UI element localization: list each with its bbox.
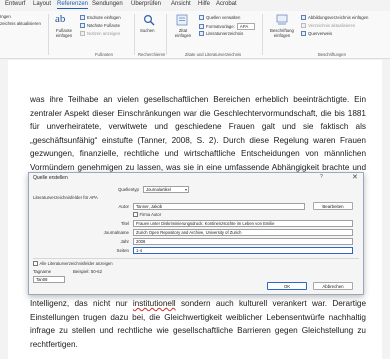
show-all-fields-checkbox[interactable]: Alle Literaturverzeichnisfelder anzeigen [33, 261, 113, 266]
author-label: Autor [118, 204, 130, 209]
insert-footnote-button[interactable]: Fußnote einfügen [52, 28, 76, 38]
year-label: Jahr [120, 239, 129, 244]
next-footnote-icon [80, 23, 85, 28]
ribbon-separator [262, 14, 263, 55]
insert-citation-icon[interactable] [176, 14, 188, 26]
corporate-author-checkbox[interactable]: Firma Autor [133, 212, 161, 217]
tab-ueberpruefen[interactable]: Überprüfen [131, 1, 161, 7]
title-label: Titel [120, 221, 129, 226]
manage-sources-button[interactable]: Quellen verwalten [199, 15, 240, 20]
manage-sources-icon [199, 15, 204, 20]
text-line: „geschäftsunfähig“ einstufte (Tanner, 20… [30, 135, 366, 145]
source-type-label: Quellentyp [118, 187, 139, 192]
tab-hilfe[interactable]: Hilfe [198, 1, 210, 7]
bibliography-icon [199, 31, 204, 36]
paragraph-1: was ihre Teilhabe an vielen gesellschaft… [30, 93, 366, 175]
insert-endnote-button[interactable]: Endnote einfügen [80, 15, 121, 20]
group-label-footnotes: Fußnoten [95, 52, 113, 57]
text-line: für unverheiratete, verwitwete und gesch… [30, 122, 366, 132]
text-line: infrage zu stellen und rechtliche wie ge… [30, 326, 366, 336]
pages-label: Seiten [116, 248, 129, 253]
author-field[interactable]: Tanner, Jakob [133, 203, 305, 210]
paragraph-2: Intelligenz, das nicht nur institutionel… [30, 297, 366, 351]
ribbon: Ingen zeichnis aktualisieren ab Fußnote … [0, 11, 390, 59]
update-icon [301, 23, 306, 28]
journal-label: Journalname [103, 230, 129, 235]
group-label-research: Recherchieren [138, 52, 166, 57]
tab-layout[interactable]: Layout [33, 1, 51, 7]
tab-entwurf[interactable]: Entwurf [5, 1, 25, 7]
pages-field[interactable]: 1-4 [133, 247, 353, 254]
notes-icon [80, 31, 85, 36]
pages-example-hint: Beispiel: 50-62 [73, 269, 103, 274]
ok-button[interactable]: OK [267, 282, 307, 290]
footnote-icon[interactable]: ab [55, 13, 65, 25]
update-table-button[interactable]: Verzeichnis aktualisieren [301, 23, 355, 28]
fields-section-label: Literaturverzeichnisfelder für APA [33, 195, 98, 200]
ribbon-separator [134, 14, 135, 55]
show-notes-button[interactable]: Notizen anzeigen [80, 31, 120, 36]
year-field[interactable]: 2008 [133, 238, 353, 245]
search-icon[interactable] [143, 14, 155, 26]
tab-referenzen[interactable]: Referenzen [57, 1, 89, 9]
insert-caption-icon[interactable] [276, 14, 288, 26]
insert-citation-button[interactable]: Zitat einfügen [173, 28, 193, 38]
cross-reference-button[interactable]: Querverweis [301, 31, 332, 36]
cross-reference-icon [301, 31, 306, 36]
group-label-captions: Beschriftungen [318, 52, 346, 57]
dialog-title: Quelle erstellen [33, 175, 68, 181]
title-field[interactable]: Frauen unter Diskriminierungsdruck: Kont… [133, 220, 353, 227]
search-button[interactable]: Suchen [140, 28, 155, 33]
style-icon [199, 24, 204, 29]
table-of-figures-button[interactable]: Abbildungsverzeichnis einfügen [301, 15, 368, 20]
text-line: Einstellungen trugen dazu bei, die Gleic… [30, 312, 366, 322]
edit-author-button[interactable]: Bearbeiten [313, 202, 353, 210]
tab-sendungen[interactable]: Sendungen [92, 1, 123, 7]
text-line: gezwungen, finanzielle, rechtliche und w… [30, 149, 366, 159]
citation-style-select[interactable]: Formatvorlage: APA [199, 23, 256, 30]
chevron-down-icon: ▾ [184, 187, 187, 192]
next-footnote-button[interactable]: Nächste Fußnote [80, 23, 120, 28]
text-line: zentraler Aspekt dieser Einschränkungen … [30, 108, 366, 118]
group-label-citations: Zitate und Literaturverzeichnis [185, 52, 242, 57]
close-icon[interactable]: ✕ [352, 173, 358, 181]
checkbox-box [133, 212, 138, 217]
ribbon-tab-bar: Entwurf Layout Referenzen Sendungen Über… [0, 0, 390, 11]
tag-name-field[interactable]: Tan08 [33, 276, 65, 283]
toc-update-item[interactable]: zeichnis aktualisieren [0, 21, 41, 26]
journal-field[interactable]: Zurich Open Repository and Archive, Univ… [133, 229, 353, 236]
bibliography-button[interactable]: Literaturverzeichnis [199, 31, 243, 36]
help-icon[interactable]: ? [320, 174, 323, 180]
text-line: rechtfertigen. [30, 339, 78, 349]
tab-acrobat[interactable]: Acrobat [216, 1, 237, 7]
toc-item[interactable]: Ingen [0, 14, 11, 19]
ribbon-separator [166, 14, 167, 55]
tag-name-label: Tagname [33, 269, 52, 274]
cancel-button[interactable]: Abbrechen [313, 282, 353, 290]
ribbon-separator [48, 14, 49, 55]
create-source-dialog: Quelle erstellen ? ✕ Quellentyp Journala… [28, 172, 364, 295]
source-type-select[interactable]: Journalartikel ▾ [143, 186, 189, 193]
endnote-icon [80, 15, 85, 20]
insert-caption-button[interactable]: Beschriftung einfügen [268, 28, 296, 38]
text-line: Intelligenz, das nicht nur institutionel… [30, 299, 366, 308]
checkbox-box [33, 261, 38, 266]
table-of-figures-icon [301, 15, 306, 20]
divider [33, 258, 359, 259]
spelling-error-word[interactable]: institutionell [133, 299, 176, 308]
tab-ansicht[interactable]: Ansicht [171, 1, 191, 7]
text-line: was ihre Teilhabe an vielen gesellschaft… [30, 95, 366, 104]
